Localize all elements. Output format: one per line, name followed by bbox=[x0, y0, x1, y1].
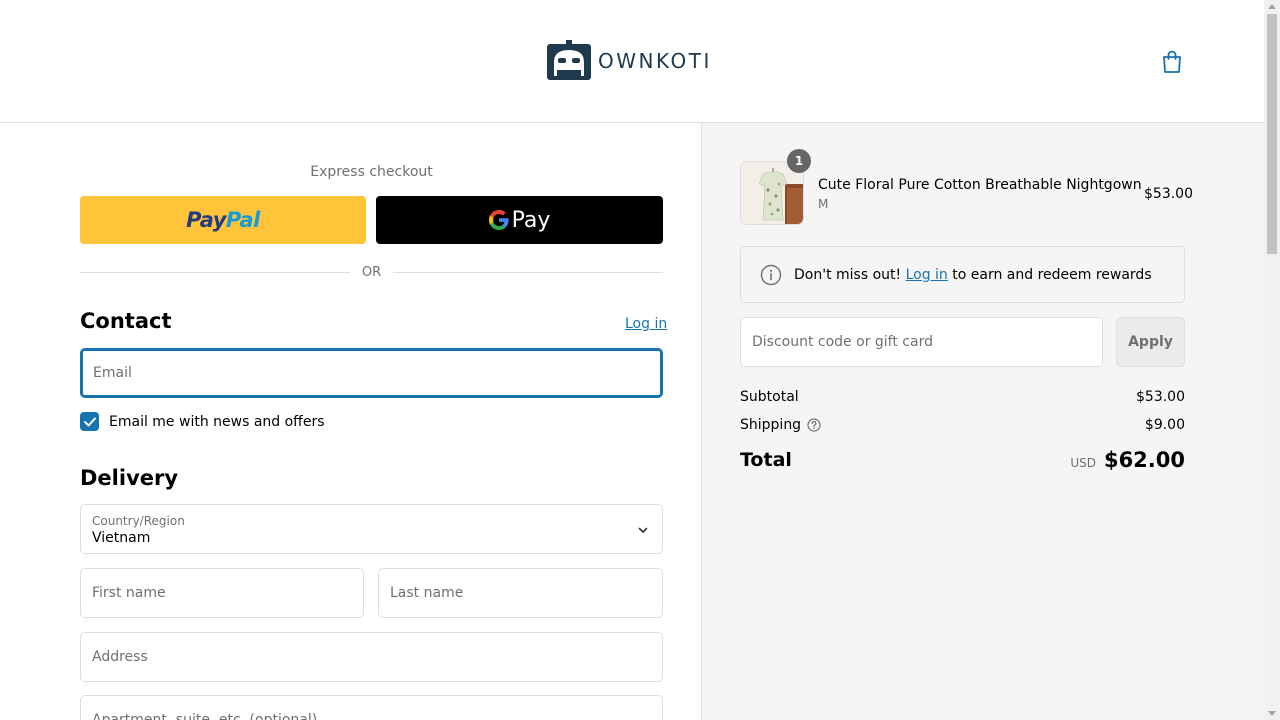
discount-input[interactable] bbox=[741, 318, 1102, 366]
chevron-down-icon bbox=[638, 527, 648, 533]
google-g-icon bbox=[488, 210, 509, 230]
subtotal-value: $53.00 bbox=[1136, 389, 1185, 405]
last-name-field[interactable] bbox=[378, 568, 663, 618]
brand-name: OWNKOTI bbox=[598, 49, 712, 73]
newsletter-label: Email me with news and offers bbox=[109, 413, 325, 430]
order-summary-column: 1 Cute Floral Pure Cotton Breathable Nig… bbox=[701, 123, 1264, 720]
google-pay-label: Pay bbox=[511, 207, 551, 233]
info-icon bbox=[760, 264, 782, 285]
divider-line bbox=[80, 271, 350, 273]
newsletter-option[interactable]: Email me with news and offers bbox=[80, 412, 325, 431]
first-name-input[interactable] bbox=[81, 569, 363, 617]
or-divider: OR bbox=[80, 263, 664, 281]
email-input[interactable] bbox=[82, 350, 661, 396]
apartment-field[interactable] bbox=[80, 695, 663, 720]
newsletter-checkbox[interactable] bbox=[80, 412, 99, 431]
total-row: Total USD $62.00 bbox=[740, 448, 1185, 472]
page-scrollbar[interactable] bbox=[1264, 0, 1280, 720]
help-circle-icon[interactable] bbox=[807, 418, 821, 432]
shopping-bag-icon[interactable] bbox=[1161, 50, 1183, 74]
express-checkout-title: Express checkout bbox=[310, 164, 433, 180]
scrollbar-thumb[interactable] bbox=[1267, 14, 1277, 254]
product-price: $53.00 bbox=[1144, 186, 1193, 202]
last-name-input[interactable] bbox=[379, 569, 662, 617]
address-field[interactable] bbox=[80, 632, 663, 682]
scroll-up-arrow-icon[interactable] bbox=[1268, 4, 1276, 9]
quantity-badge: 1 bbox=[787, 149, 811, 173]
subtotal-label: Subtotal bbox=[740, 389, 799, 405]
shipping-label: Shipping bbox=[740, 417, 802, 433]
contact-heading: Contact bbox=[80, 309, 172, 333]
product-variant: M bbox=[818, 197, 829, 211]
or-text: OR bbox=[361, 264, 382, 280]
checkmark-icon bbox=[83, 417, 96, 426]
currency-code: USD bbox=[1070, 456, 1096, 470]
shipping-row: Shipping $9.00 bbox=[740, 417, 1185, 433]
total-label: Total bbox=[740, 449, 792, 471]
brand-logo[interactable]: OWNKOTI bbox=[546, 40, 712, 82]
address-input[interactable] bbox=[81, 633, 662, 681]
email-field[interactable] bbox=[80, 348, 663, 398]
checkout-form-column: Express checkout PayPal Pay OR Contact L… bbox=[0, 123, 701, 720]
apartment-input[interactable] bbox=[81, 696, 662, 720]
contact-login-link[interactable]: Log in bbox=[625, 316, 667, 332]
scroll-down-arrow-icon[interactable] bbox=[1268, 711, 1276, 716]
discount-field[interactable] bbox=[740, 317, 1103, 367]
country-select[interactable]: Country/Region Vietnam bbox=[80, 504, 663, 554]
product-name: Cute Floral Pure Cotton Breathable Night… bbox=[818, 177, 1142, 193]
logo-icon bbox=[547, 40, 591, 80]
first-name-field[interactable] bbox=[80, 568, 364, 618]
rewards-login-link[interactable]: Log in bbox=[906, 267, 948, 283]
paypal-logo: PayPal bbox=[186, 208, 260, 232]
site-header: OWNKOTI bbox=[0, 0, 1264, 123]
rewards-banner: Don't miss out! Log in to earn and redee… bbox=[740, 246, 1185, 303]
country-label: Country/Region bbox=[92, 514, 185, 528]
delivery-heading: Delivery bbox=[80, 466, 179, 490]
divider-line bbox=[393, 271, 664, 273]
country-value: Vietnam bbox=[92, 530, 151, 546]
subtotal-row: Subtotal $53.00 bbox=[740, 389, 1185, 405]
paypal-button[interactable]: PayPal bbox=[80, 196, 366, 244]
apply-discount-button[interactable]: Apply bbox=[1116, 317, 1185, 367]
rewards-text: Don't miss out! Log in to earn and redee… bbox=[794, 266, 1152, 283]
google-pay-button[interactable]: Pay bbox=[376, 196, 663, 244]
shipping-value: $9.00 bbox=[1144, 417, 1185, 433]
total-amount: $62.00 bbox=[1103, 448, 1185, 472]
